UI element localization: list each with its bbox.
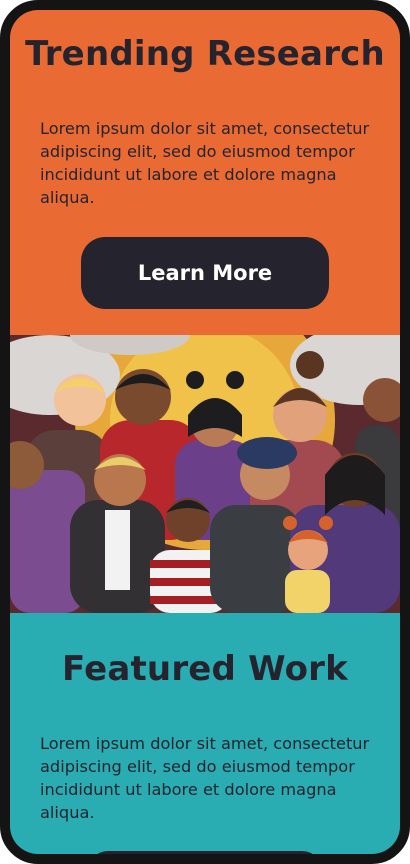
trending-title: Trending Research [25, 34, 385, 74]
featured-body: Lorem ipsum dolor sit amet, consectetur … [40, 734, 370, 822]
learn-more-button[interactable]: Learn More [81, 237, 329, 309]
trending-research-section: Trending Research Lorem ipsum dolor sit … [10, 10, 400, 335]
group-illustration [10, 290, 400, 613]
phone-frame: Trending Research Lorem ipsum dolor sit … [0, 0, 410, 864]
featured-button-partial[interactable] [88, 851, 322, 854]
featured-work-section: Featured Work Lorem ipsum dolor sit amet… [10, 613, 400, 854]
trending-body: Lorem ipsum dolor sit amet, consectetur … [40, 119, 370, 207]
featured-title: Featured Work [62, 649, 348, 689]
